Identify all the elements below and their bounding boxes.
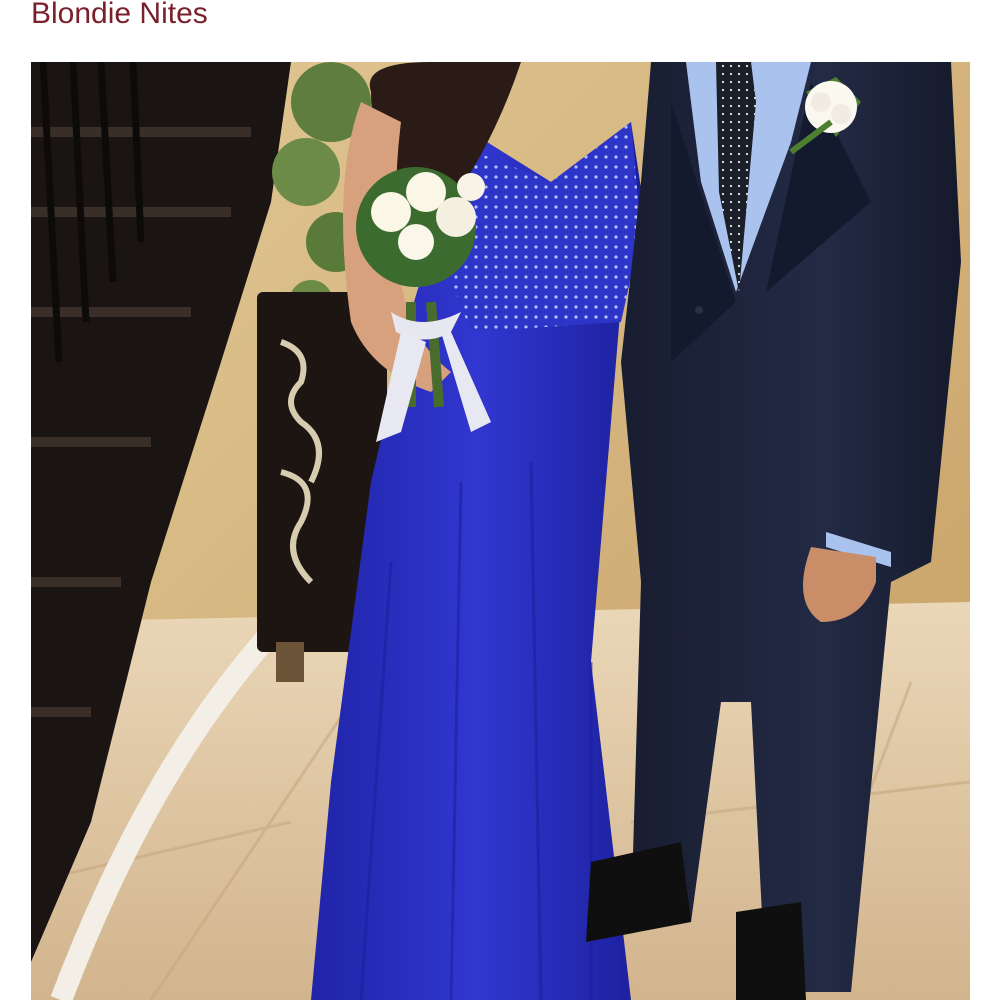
product-photo[interactable] — [31, 62, 970, 1000]
listing-page: Blondie Nites — [0, 0, 1000, 1000]
store-title[interactable]: Blondie Nites — [31, 0, 208, 34]
photo-illustration — [31, 62, 970, 1000]
suit-button — [695, 306, 703, 314]
right-shoe — [736, 902, 806, 1000]
